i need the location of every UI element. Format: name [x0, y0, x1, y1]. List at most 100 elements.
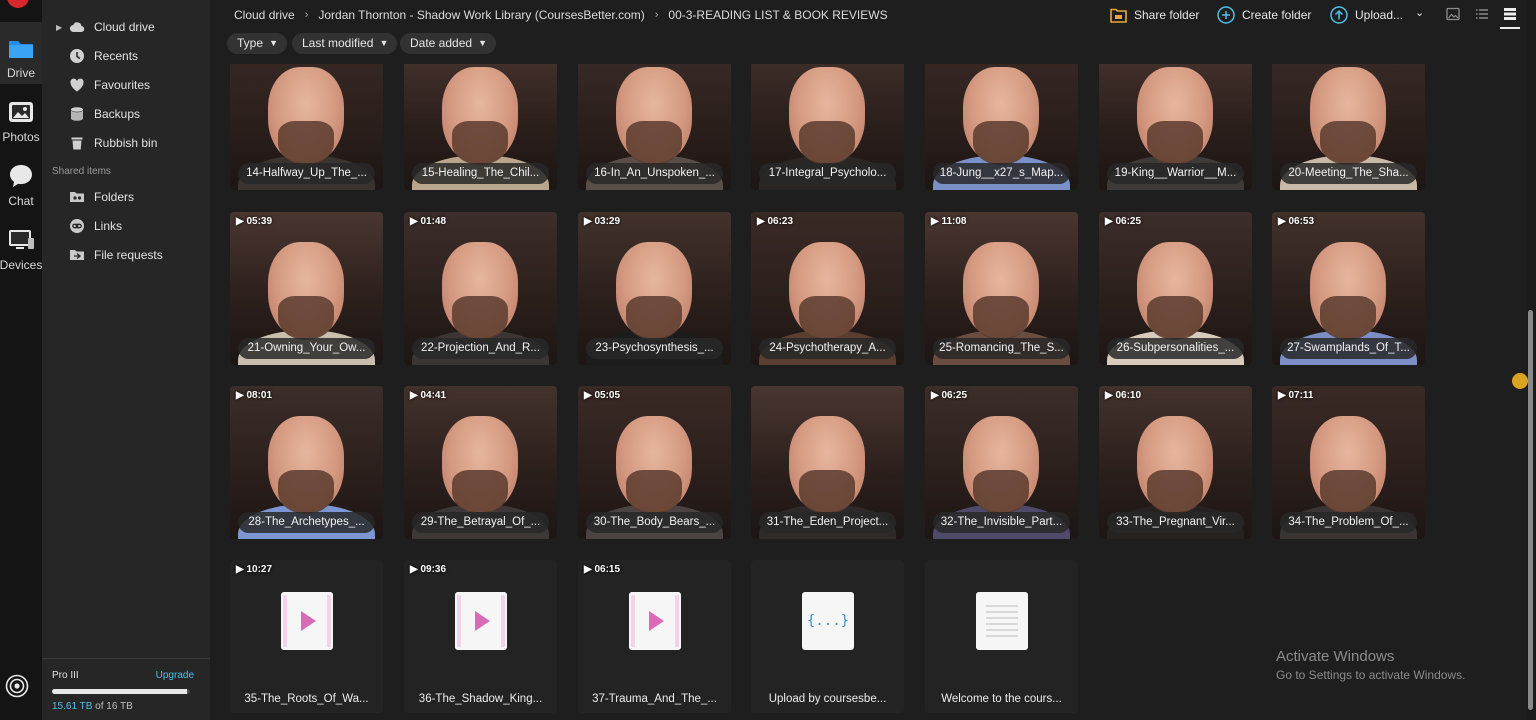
breadcrumb-course-folder[interactable]: Jordan Thornton - Shadow Work Library (C… — [318, 8, 644, 22]
breadcrumb-current-folder[interactable]: 00-3-READING LIST & BOOK REVIEWS — [668, 8, 887, 22]
video-thumbnail-card[interactable]: 14-Halfway_Up_The_... — [230, 64, 383, 190]
thumbnail-beard — [799, 121, 855, 165]
breadcrumb: Cloud drive › Jordan Thornton - Shadow W… — [234, 8, 888, 22]
chat-icon — [10, 165, 32, 187]
file-name: 23-Psychosynthesis_... — [586, 338, 723, 359]
file-name: 33-The_Pregnant_Vir... — [1107, 512, 1244, 533]
video-thumbnail-card[interactable]: ▶ 06:53 27-Swamplands_Of_T... — [1272, 212, 1425, 365]
video-duration: ▶ 11:08 — [931, 216, 967, 227]
date-added-filter[interactable]: Date added ▼ — [400, 33, 497, 54]
storage-panel: Pro III Upgrade 15.61 TB of 16 TB — [42, 658, 210, 720]
plan-name: Pro III — [52, 670, 79, 681]
shared-folder-icon — [70, 192, 84, 202]
video-thumbnail-card[interactable]: ▶ 08:01 28-The_Archetypes_... — [230, 386, 383, 539]
rail-devices[interactable]: Devices — [0, 214, 42, 276]
file-name: Upload by coursesbe... — [768, 693, 887, 705]
video-thumbnail-card[interactable]: 16-In_An_Unspoken_... — [578, 64, 731, 190]
expand-caret-icon[interactable]: ▶ — [56, 23, 62, 32]
sidebar-item-file-requests[interactable]: File requests — [42, 242, 210, 268]
video-file-card[interactable]: ▶ 06:15 37-Trauma_And_The_... — [578, 560, 731, 713]
windows-activation-watermark: Activate Windows Go to Settings to activ… — [1276, 648, 1465, 682]
scrollbar[interactable] — [1526, 0, 1536, 720]
sidebar-item-favourites[interactable]: Favourites — [42, 72, 210, 98]
video-thumbnail-card[interactable]: ▶ 06:25 26-Subpersonalities_... — [1099, 212, 1252, 365]
type-filter[interactable]: Type ▼ — [227, 33, 288, 54]
file-name: 29-The_Betrayal_Of_... — [412, 512, 549, 533]
sidebar-item-label: Recents — [94, 49, 139, 63]
video-thumbnail-card[interactable]: 31-The_Eden_Project... — [751, 386, 904, 539]
video-thumbnail-card[interactable]: ▶ 04:41 29-The_Betrayal_Of_... — [404, 386, 557, 539]
sidebar-item-cloud-drive[interactable]: ▶ Cloud drive — [42, 14, 210, 40]
video-file-card[interactable]: ▶ 10:27 35-The_Roots_Of_Wa... — [230, 560, 383, 713]
file-name: 28-The_Archetypes_... — [238, 512, 375, 533]
video-duration: ▶ 07:11 — [1278, 390, 1314, 401]
sidebar-item-backups[interactable]: Backups — [42, 101, 210, 127]
storage-usage-fill — [52, 689, 187, 694]
sidebar-item-recents[interactable]: Recents — [42, 43, 210, 69]
video-thumbnail-card[interactable]: ▶ 06:23 24-Psychotherapy_A... — [751, 212, 904, 365]
thumbnail-beard — [278, 296, 334, 340]
video-thumbnail-card[interactable]: ▶ 05:05 30-The_Body_Bears_... — [578, 386, 731, 539]
video-thumbnail-card[interactable]: 20-Meeting_The_Sha... — [1272, 64, 1425, 190]
chevron-down-icon[interactable]: ⌄ — [1415, 6, 1424, 19]
video-thumbnail-card[interactable]: ▶ 05:39 21-Owning_Your_Ow... — [230, 212, 383, 365]
sync-icon[interactable] — [5, 674, 29, 698]
share-folder-button[interactable]: Share folder — [1110, 5, 1199, 25]
grid-view-icon[interactable] — [1503, 7, 1517, 21]
file-name: 37-Trauma_And_The_... — [592, 693, 717, 705]
create-folder-button[interactable]: Create folder — [1217, 5, 1311, 25]
heart-icon — [70, 78, 84, 92]
video-thumbnail-card[interactable]: 18-Jung__x27_s_Map... — [925, 64, 1078, 190]
video-thumbnail-card[interactable]: ▶ 01:48 22-Projection_And_R... — [404, 212, 557, 365]
thumbnail-beard — [452, 470, 508, 514]
video-thumbnail-card[interactable]: ▶ 11:08 25-Romancing_The_S... — [925, 212, 1078, 365]
video-file-card[interactable]: ▶ 09:36 36-The_Shadow_King... — [404, 560, 557, 713]
video-thumbnail-card[interactable]: 15-Healing_The_Chil... — [404, 64, 557, 190]
sidebar-item-label: File requests — [94, 248, 163, 262]
cursor-indicator — [1512, 373, 1528, 389]
rail-drive[interactable]: Drive — [0, 22, 42, 84]
rail-photos-label: Photos — [2, 130, 40, 144]
file-name: 35-The_Roots_Of_Wa... — [244, 693, 369, 705]
file-name: 30-The_Body_Bears_... — [586, 512, 723, 533]
scrollbar-thumb[interactable] — [1528, 310, 1533, 710]
thumbnail-beard — [799, 470, 855, 514]
video-thumbnail-card[interactable]: 17-Integral_Psycholo... — [751, 64, 904, 190]
link-icon — [70, 219, 84, 233]
database-icon — [71, 107, 83, 121]
clock-icon — [70, 49, 84, 63]
sidebar-item-label: Rubbish bin — [94, 136, 158, 150]
thumbnail-beard — [1147, 470, 1203, 514]
storage-used: 15.61 TB — [52, 701, 93, 712]
video-thumbnail-card[interactable]: ▶ 07:11 34-The_Problem_Of_... — [1272, 386, 1425, 539]
file-card[interactable]: {...} Upload by coursesbe... — [751, 560, 904, 713]
upgrade-link[interactable]: Upgrade — [156, 670, 194, 681]
date-added-filter-label: Date added — [410, 36, 473, 50]
file-grid: 14-Halfway_Up_The_... 15-Healing_The_Chil… — [210, 64, 1526, 720]
rail-photos[interactable]: Photos — [0, 86, 42, 148]
sidebar-item-label: Links — [94, 219, 123, 233]
gallery-view-icon[interactable] — [1446, 7, 1460, 21]
thumbnail-beard — [1320, 121, 1376, 165]
rail-chat[interactable]: Chat — [0, 150, 42, 212]
video-thumbnail-card[interactable]: ▶ 06:10 33-The_Pregnant_Vir... — [1099, 386, 1252, 539]
upload-button[interactable]: Upload... ⌄ — [1330, 5, 1424, 25]
watermark-title: Activate Windows — [1276, 648, 1395, 665]
sidebar-item-rubbish-bin[interactable]: Rubbish bin — [42, 130, 210, 156]
file-name: 17-Integral_Psycholo... — [759, 163, 896, 184]
video-thumbnail-card[interactable]: 19-King__Warrior__M... — [1099, 64, 1252, 190]
breadcrumb-cloud-drive[interactable]: Cloud drive — [234, 8, 295, 22]
file-card[interactable]: Welcome to the cours... — [925, 560, 1078, 713]
sidebar-item-links[interactable]: Links — [42, 213, 210, 239]
thumbnail-beard — [1147, 121, 1203, 165]
sidebar-item-label: Favourites — [94, 78, 151, 92]
thumbnail-beard — [973, 296, 1029, 340]
last-modified-filter[interactable]: Last modified ▼ — [292, 33, 398, 54]
sidebar-item-folders[interactable]: Folders — [42, 184, 210, 210]
mega-logo-icon[interactable] — [7, 0, 29, 8]
video-thumbnail-card[interactable]: ▶ 03:29 23-Psychosynthesis_... — [578, 212, 731, 365]
monitor-icon — [9, 230, 34, 249]
list-view-icon[interactable] — [1475, 7, 1489, 21]
storage-usage-text: 15.61 TB of 16 TB — [52, 701, 133, 712]
video-thumbnail-card[interactable]: ▶ 06:25 32-The_Invisible_Part... — [925, 386, 1078, 539]
